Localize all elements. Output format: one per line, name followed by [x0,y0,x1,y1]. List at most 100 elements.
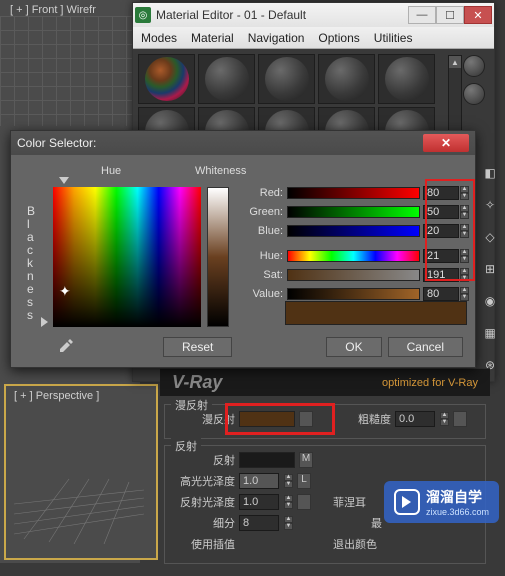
reflect-color-swatch[interactable] [239,452,295,468]
annotation-highlight [225,403,335,435]
minimize-button[interactable]: — [408,6,436,24]
menu-navigation[interactable]: Navigation [248,31,305,45]
spinner-buttons[interactable]: ▲▼ [284,516,293,530]
whiteness-slider[interactable] [207,187,229,327]
blackness-label: Blackness [27,205,37,322]
menu-modes[interactable]: Modes [141,31,177,45]
picker-cursor-icon: ✦ [59,283,71,300]
reset-button[interactable]: Reset [163,337,232,357]
blackness-marker-icon [41,317,48,327]
cancel-button[interactable]: Cancel [388,337,463,357]
spinner-buttons[interactable]: ▲▼ [284,495,293,509]
subdiv-spinner[interactable]: 8 [239,515,279,531]
sample-slot[interactable] [318,54,375,104]
scroll-up-icon[interactable]: ▲ [449,56,461,68]
fresnel-label: 菲涅耳 [333,494,366,510]
watermark: 溜溜自学 zixue.3d66.com [384,481,499,523]
sample-slot[interactable] [258,54,315,104]
watermark-url: zixue.3d66.com [426,507,489,517]
roughness-spinner[interactable]: 0.0 [395,411,435,427]
subdiv-label: 细分 [171,515,235,531]
sample-slot[interactable] [198,54,255,104]
exit-color-label: 退出颜色 [333,536,377,552]
sample-type-icon[interactable] [463,55,485,77]
rgloss-map-button[interactable] [297,494,311,510]
tool-icon[interactable]: ◧ [479,162,501,184]
blue-label: Blue: [243,225,283,237]
ok-button[interactable]: OK [326,337,381,357]
hue-heading: Hue [101,165,121,177]
green-label: Green: [243,206,283,218]
hue-label: Hue: [243,250,283,262]
hgloss-l-button[interactable]: L [297,473,311,489]
color-selector-title: Color Selector: [17,136,423,150]
close-button[interactable]: ✕ [464,6,492,24]
vray-logo-text: V-Ray [172,372,222,393]
max-label: 最 [371,515,382,531]
material-sphere-active [145,57,189,101]
vray-header: V-Ray optimized for V-Ray [160,368,490,396]
use-interp-label: 使用插值 [171,536,235,552]
value-label: Value: [243,288,283,300]
color-selector-titlebar[interactable]: Color Selector: ✕ [11,131,475,155]
sat-label: Sat: [243,269,283,281]
green-slider[interactable] [287,206,420,218]
material-sphere [205,57,249,101]
menu-options[interactable]: Options [318,31,359,45]
roughness-map-button[interactable] [453,411,467,427]
red-label: Red: [243,187,283,199]
diffuse-group-title: 漫反射 [171,397,212,413]
whiteness-heading: Whiteness [195,165,246,177]
rgloss-spinner[interactable]: 1.0 [239,494,279,510]
viewport-front-label[interactable]: [ + ] Front ] Wirefr [10,4,96,16]
blue-slider[interactable] [287,225,420,237]
sat-slider[interactable] [287,269,420,281]
vray-optimized-text: optimized for V-Ray [382,377,478,389]
value-slider[interactable] [287,288,420,300]
material-side-toolbar [463,55,491,105]
tool-icon[interactable]: ◇ [479,226,501,248]
sample-slot[interactable] [138,54,195,104]
material-sphere [265,57,309,101]
reflect-group-title: 反射 [171,438,201,454]
rgloss-label: 反射光泽度 [171,494,235,510]
viewport-front-grid[interactable] [0,16,140,126]
menu-utilities[interactable]: Utilities [374,31,413,45]
result-color-swatch[interactable] [285,301,467,325]
maximize-button[interactable]: ☐ [436,6,464,24]
right-toolbar: ◧ ✧ ◇ ⊞ ◉ ▦ ⊛ [477,158,505,380]
play-icon [394,489,420,515]
color-selector-dialog: Color Selector: ✕ Hue Whiteness Blacknes… [10,130,476,368]
tool-icon[interactable]: ▦ [479,322,501,344]
perspective-grid [14,474,144,544]
sample-slot[interactable] [378,54,435,104]
backlight-icon[interactable] [463,83,485,105]
spinner-buttons[interactable]: ▲▼ [440,412,449,426]
value-spinner[interactable]: 80 [423,287,459,301]
watermark-name: 溜溜自学 [426,487,489,507]
spinner-buttons[interactable]: ▲▼ [284,474,293,488]
roughness-label: 粗糙度 [339,411,391,427]
reflect-label: 反射 [171,452,235,468]
material-sphere [325,57,369,101]
spinner-buttons[interactable]: ▲▼ [460,287,469,301]
material-editor-titlebar[interactable]: ◎ Material Editor - 01 - Default — ☐ ✕ [133,3,494,27]
reflect-m-button[interactable]: M [299,452,313,468]
tool-icon[interactable]: ⊞ [479,258,501,280]
red-slider[interactable] [287,187,420,199]
tool-icon[interactable]: ✧ [479,194,501,216]
app-icon: ◎ [135,7,151,23]
hue-marker-icon [59,177,69,184]
hue-picker[interactable] [53,187,201,327]
material-sphere [385,57,429,101]
viewport-perspective[interactable]: [ + ] Perspective ] [4,384,158,560]
close-button[interactable]: ✕ [423,134,469,152]
material-editor-menubar: Modes Material Navigation Options Utilit… [133,27,494,49]
hue-slider[interactable] [287,250,420,262]
tool-icon[interactable]: ◉ [479,290,501,312]
hgloss-spinner[interactable]: 1.0 [239,473,279,489]
hgloss-label: 高光光泽度 [171,473,235,489]
menu-material[interactable]: Material [191,31,234,45]
material-editor-title: Material Editor - 01 - Default [156,8,408,22]
annotation-highlight [425,179,475,281]
